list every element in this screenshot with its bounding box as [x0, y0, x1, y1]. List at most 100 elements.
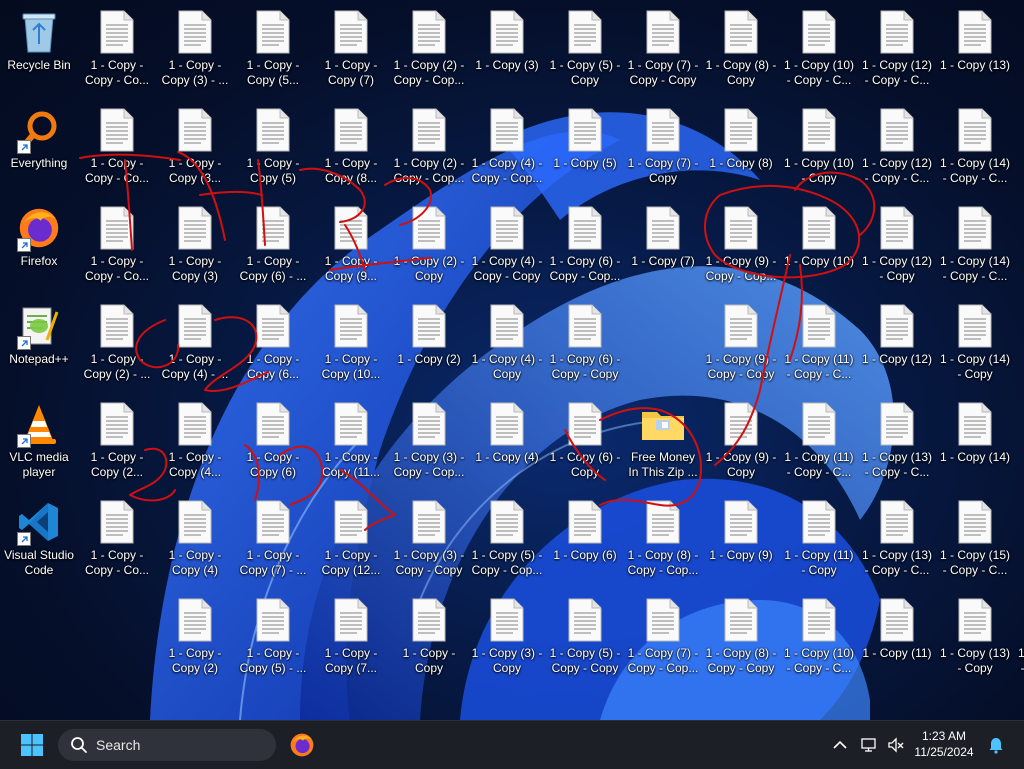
desktop-file[interactable]: 1 - Copy - Copy (3) - ...	[157, 2, 233, 98]
desktop-file[interactable]: 1 - Copy (12) - Copy - C...	[859, 2, 935, 98]
desktop-file[interactable]: 1 - Copy - Copy - Co...	[79, 100, 155, 196]
desktop-file[interactable]: 1 - Copy (3) - Copy - Cop...	[391, 394, 467, 490]
desktop-file[interactable]: 1 - Copy (4) - Copy - Copy	[469, 198, 545, 294]
desktop-file[interactable]: 1 - Copy (8) - Copy - Copy	[703, 590, 779, 686]
desktop-shortcut-notepad-plus-plus[interactable]: Notepad++	[1, 296, 77, 392]
desktop-file[interactable]: 1 - Copy (4) - Copy	[469, 296, 545, 392]
desktop-file[interactable]: 1 - Copy - Copy (6...	[235, 296, 311, 392]
desktop-file[interactable]: 1 - Copy (13)	[937, 2, 1013, 98]
desktop-file[interactable]: 1 - Copy (9) - Copy	[703, 394, 779, 490]
desktop-file[interactable]: 1 - Copy (5)	[547, 100, 623, 196]
desktop-file[interactable]: 1 - Copy - Copy (12...	[313, 492, 389, 588]
desktop-file[interactable]: 1 - Copy - Copy (6)	[235, 394, 311, 490]
desktop-file[interactable]: 1 - Copy (10) - Copy - C...	[781, 2, 857, 98]
desktop-file[interactable]: 1 - Copy (14) - Copy - C...	[937, 100, 1013, 196]
desktop-file[interactable]: 1 - Copy (2)	[391, 296, 467, 392]
desktop-file[interactable]: 1 - Copy - Copy (6) - ...	[235, 198, 311, 294]
desktop-file[interactable]: 1 - Copy (10)	[781, 198, 857, 294]
desktop-file[interactable]: 1 - Copy - Copy	[391, 590, 467, 686]
desktop-file[interactable]: 1 - Copy (8) - Copy - Cop...	[625, 492, 701, 588]
desktop-file[interactable]: 1 - Copy (14) - Copy - C...	[937, 198, 1013, 294]
desktop-file[interactable]: 1 - Copy (7) - Copy - Cop...	[625, 590, 701, 686]
taskbar-search-box[interactable]: Search	[58, 729, 276, 761]
system-clock[interactable]: 1:23 AM 11/25/2024	[912, 728, 976, 760]
desktop-file[interactable]: 1 - Copy (8) - Copy	[703, 2, 779, 98]
desktop-file[interactable]: 1 - Copy (7) - Copy - Copy	[625, 2, 701, 98]
desktop-file[interactable]: 1 - Copy (2) - Copy - Cop...	[391, 100, 467, 196]
desktop-file[interactable]: 1 - Copy (6) - Copy - Copy	[547, 296, 623, 392]
desktop-file[interactable]: 1 - Copy (9) - Copy - Cop...	[703, 198, 779, 294]
desktop-file[interactable]: 1 - Copy - Copy - Co...	[79, 198, 155, 294]
desktop-file[interactable]: 1 - Copy (3) - Copy - Copy	[391, 492, 467, 588]
desktop-file[interactable]: 1 - Copy (15) - Copy - C...	[937, 492, 1013, 588]
desktop-file[interactable]: 1 - Copy (5) - Copy - Cop...	[469, 492, 545, 588]
desktop-file[interactable]: 1 - Copy - Copy (2...	[79, 394, 155, 490]
desktop-file[interactable]: 1 - Copy - Copy - Co...	[79, 492, 155, 588]
desktop-file[interactable]: 1 - Copy (9) - Copy - Copy	[703, 296, 779, 392]
desktop-file[interactable]: 1 - Copy - Copy (4)	[157, 492, 233, 588]
desktop-file[interactable]: 1 - Copy (13) - Copy - C...	[859, 394, 935, 490]
desktop-file[interactable]: 1 - Copy (14) - Copy	[937, 296, 1013, 392]
start-button[interactable]	[14, 731, 50, 759]
desktop-file[interactable]: 1 - Copy (10) - Copy	[781, 100, 857, 196]
desktop-shortcut-vlc[interactable]: VLC media player	[1, 394, 77, 490]
desktop-file[interactable]: 1 - Copy (13) - Copy - C...	[859, 492, 935, 588]
volume-button[interactable]	[886, 735, 906, 755]
desktop-file[interactable]: 1 - Copy (3) - Copy	[469, 590, 545, 686]
desktop-file[interactable]: 1 - Copy - Copy (7)	[313, 2, 389, 98]
desktop-shortcut-recycle-bin[interactable]: Recycle Bin	[1, 2, 77, 98]
desktop-file[interactable]: 1 - Copy - Copy (3)	[157, 198, 233, 294]
desktop-file[interactable]: 1 - Copy (12) - Copy	[859, 198, 935, 294]
desktop-file[interactable]: 1 - Copy (14)	[937, 394, 1013, 490]
desktop-file[interactable]: 1 - Copy (7) - Copy	[625, 100, 701, 196]
desktop-file[interactable]: 1 - Copy - Copy (4...	[157, 394, 233, 490]
desktop-shortcut-everything[interactable]: Everything	[1, 100, 77, 196]
text-document-icon	[795, 596, 843, 644]
show-hidden-icons-button[interactable]	[830, 735, 850, 755]
desktop[interactable]: Recycle Bin Everything Firefox Notepad++ VLC…	[0, 0, 1024, 720]
desktop-file[interactable]: 1 - Copy (6) - Copy - Cop...	[547, 198, 623, 294]
desktop-file[interactable]: 1 - Copy - Copy (7) - ...	[235, 492, 311, 588]
desktop-file[interactable]: 1 - Copy - Copy (5)	[235, 100, 311, 196]
desktop-file[interactable]: 1 - Copy (13) - Copy	[937, 590, 1013, 686]
desktop-file[interactable]: 1 - Copy - Copy (4) - ...	[157, 296, 233, 392]
desktop-file[interactable]: 1 - Copy (15) - Copy - C...	[1015, 590, 1024, 686]
desktop-file[interactable]: 1 - Copy (2) - Copy	[391, 198, 467, 294]
desktop-file[interactable]: 1 - Copy - Copy - Co...	[79, 2, 155, 98]
desktop-file[interactable]: 1 - Copy (6) - Copy	[547, 394, 623, 490]
desktop-file[interactable]: 1 - Copy (4) - Copy - Cop...	[469, 100, 545, 196]
icon-label: 1 - Copy (5) - Copy - Copy	[549, 646, 621, 675]
desktop-file[interactable]: 1 - Copy - Copy (7...	[313, 590, 389, 686]
desktop-file[interactable]: 1 - Copy (4)	[469, 394, 545, 490]
desktop-file[interactable]: 1 - Copy (2) - Copy - Cop...	[391, 2, 467, 98]
desktop-file[interactable]: 1 - Copy - Copy (11...	[313, 394, 389, 490]
desktop-file[interactable]: 1 - Copy (7)	[625, 198, 701, 294]
desktop-file[interactable]: 1 - Copy (5) - Copy	[547, 2, 623, 98]
network-status-button[interactable]	[860, 735, 880, 755]
desktop-file[interactable]: 1 - Copy (9)	[703, 492, 779, 588]
desktop-file[interactable]: 1 - Copy - Copy (3...	[157, 100, 233, 196]
desktop-file[interactable]: 1 - Copy (6)	[547, 492, 623, 588]
desktop-file[interactable]: 1 - Copy (3)	[469, 2, 545, 98]
desktop-file[interactable]: 1 - Copy (10) - Copy - C...	[781, 590, 857, 686]
desktop-file[interactable]: 1 - Copy (11) - Copy - C...	[781, 296, 857, 392]
desktop-file[interactable]: 1 - Copy (11)	[859, 590, 935, 686]
desktop-file[interactable]: 1 - Copy - Copy (5) - ...	[235, 590, 311, 686]
desktop-file[interactable]: 1 - Copy (11) - Copy - C...	[781, 394, 857, 490]
desktop-file[interactable]: 1 - Copy (5) - Copy - Copy	[547, 590, 623, 686]
desktop-file[interactable]: 1 - Copy - Copy (8...	[313, 100, 389, 196]
taskbar-firefox-button[interactable]	[286, 729, 318, 761]
desktop-file[interactable]: 1 - Copy - Copy (5...	[235, 2, 311, 98]
desktop-file[interactable]: 1 - Copy - Copy (2)	[157, 590, 233, 686]
desktop-file[interactable]: 1 - Copy - Copy (9...	[313, 198, 389, 294]
desktop-file[interactable]: 1 - Copy - Copy (2) - ...	[79, 296, 155, 392]
desktop-file[interactable]: 1 - Copy (8)	[703, 100, 779, 196]
desktop-file[interactable]: 1 - Copy (11) - Copy	[781, 492, 857, 588]
desktop-zip-folder[interactable]: Free Money In This Zip ...	[625, 394, 701, 490]
desktop-file[interactable]: 1 - Copy - Copy (10...	[313, 296, 389, 392]
notifications-button[interactable]	[986, 735, 1006, 755]
desktop-file[interactable]: 1 - Copy (12)	[859, 296, 935, 392]
desktop-shortcut-firefox[interactable]: Firefox	[1, 198, 77, 294]
desktop-shortcut-vscode[interactable]: Visual Studio Code	[1, 492, 77, 588]
desktop-file[interactable]: 1 - Copy (12) - Copy - C...	[859, 100, 935, 196]
